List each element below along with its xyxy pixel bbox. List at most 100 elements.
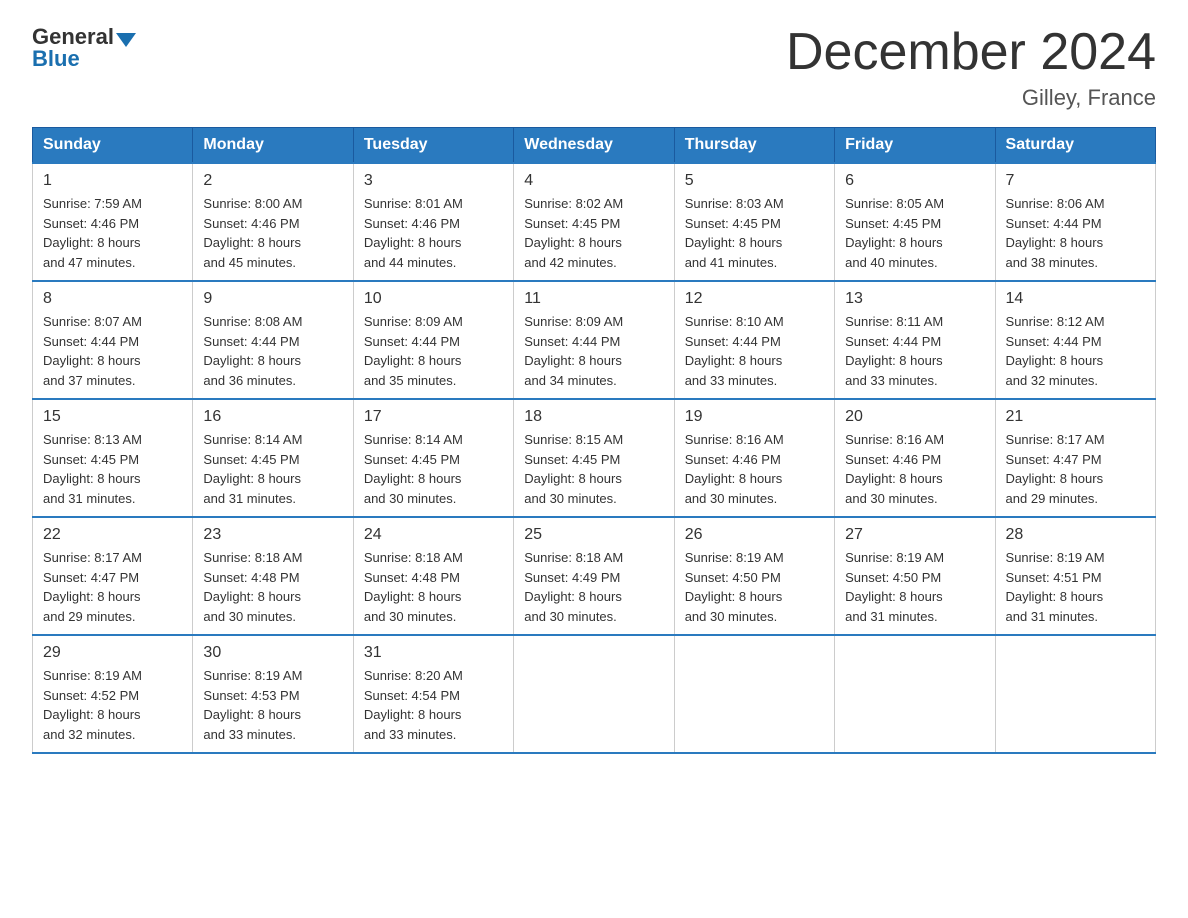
day-cell: 26 Sunrise: 8:19 AMSunset: 4:50 PMDaylig…: [674, 517, 834, 635]
day-cell: 17 Sunrise: 8:14 AMSunset: 4:45 PMDaylig…: [353, 399, 513, 517]
day-number: 20: [845, 408, 984, 426]
day-cell: 29 Sunrise: 8:19 AMSunset: 4:52 PMDaylig…: [33, 635, 193, 753]
day-info: Sunrise: 8:17 AMSunset: 4:47 PMDaylight:…: [1006, 430, 1145, 508]
day-cell: 13 Sunrise: 8:11 AMSunset: 4:44 PMDaylig…: [835, 281, 995, 399]
day-number: 6: [845, 172, 984, 190]
day-cell: 2 Sunrise: 8:00 AMSunset: 4:46 PMDayligh…: [193, 163, 353, 281]
day-info: Sunrise: 8:12 AMSunset: 4:44 PMDaylight:…: [1006, 312, 1145, 390]
day-cell: 30 Sunrise: 8:19 AMSunset: 4:53 PMDaylig…: [193, 635, 353, 753]
day-number: 24: [364, 526, 503, 544]
day-cell: [995, 635, 1155, 753]
day-cell: 10 Sunrise: 8:09 AMSunset: 4:44 PMDaylig…: [353, 281, 513, 399]
day-info: Sunrise: 8:19 AMSunset: 4:50 PMDaylight:…: [685, 548, 824, 626]
day-cell: 3 Sunrise: 8:01 AMSunset: 4:46 PMDayligh…: [353, 163, 513, 281]
day-info: Sunrise: 8:15 AMSunset: 4:45 PMDaylight:…: [524, 430, 663, 508]
day-info: Sunrise: 7:59 AMSunset: 4:46 PMDaylight:…: [43, 194, 182, 272]
day-info: Sunrise: 8:09 AMSunset: 4:44 PMDaylight:…: [524, 312, 663, 390]
day-number: 26: [685, 526, 824, 544]
day-info: Sunrise: 8:18 AMSunset: 4:48 PMDaylight:…: [364, 548, 503, 626]
day-cell: 20 Sunrise: 8:16 AMSunset: 4:46 PMDaylig…: [835, 399, 995, 517]
day-cell: 9 Sunrise: 8:08 AMSunset: 4:44 PMDayligh…: [193, 281, 353, 399]
day-number: 27: [845, 526, 984, 544]
weekday-header-sunday: Sunday: [33, 128, 193, 164]
day-number: 7: [1006, 172, 1145, 190]
weekday-header-monday: Monday: [193, 128, 353, 164]
day-number: 31: [364, 644, 503, 662]
day-cell: 31 Sunrise: 8:20 AMSunset: 4:54 PMDaylig…: [353, 635, 513, 753]
day-info: Sunrise: 8:19 AMSunset: 4:52 PMDaylight:…: [43, 666, 182, 744]
title-block: December 2024 Gilley, France: [786, 24, 1156, 111]
day-number: 29: [43, 644, 182, 662]
day-cell: 23 Sunrise: 8:18 AMSunset: 4:48 PMDaylig…: [193, 517, 353, 635]
day-info: Sunrise: 8:00 AMSunset: 4:46 PMDaylight:…: [203, 194, 342, 272]
day-number: 11: [524, 290, 663, 308]
calendar-title: December 2024: [786, 24, 1156, 81]
day-cell: 8 Sunrise: 8:07 AMSunset: 4:44 PMDayligh…: [33, 281, 193, 399]
day-cell: 18 Sunrise: 8:15 AMSunset: 4:45 PMDaylig…: [514, 399, 674, 517]
day-cell: [674, 635, 834, 753]
day-cell: 28 Sunrise: 8:19 AMSunset: 4:51 PMDaylig…: [995, 517, 1155, 635]
logo-blue-text: Blue: [32, 46, 80, 71]
day-number: 15: [43, 408, 182, 426]
day-number: 12: [685, 290, 824, 308]
week-row-5: 29 Sunrise: 8:19 AMSunset: 4:52 PMDaylig…: [33, 635, 1156, 753]
week-row-3: 15 Sunrise: 8:13 AMSunset: 4:45 PMDaylig…: [33, 399, 1156, 517]
day-number: 16: [203, 408, 342, 426]
day-cell: 12 Sunrise: 8:10 AMSunset: 4:44 PMDaylig…: [674, 281, 834, 399]
day-cell: 24 Sunrise: 8:18 AMSunset: 4:48 PMDaylig…: [353, 517, 513, 635]
day-info: Sunrise: 8:14 AMSunset: 4:45 PMDaylight:…: [203, 430, 342, 508]
day-cell: 5 Sunrise: 8:03 AMSunset: 4:45 PMDayligh…: [674, 163, 834, 281]
day-cell: 19 Sunrise: 8:16 AMSunset: 4:46 PMDaylig…: [674, 399, 834, 517]
day-number: 19: [685, 408, 824, 426]
calendar-subtitle: Gilley, France: [786, 85, 1156, 111]
day-info: Sunrise: 8:01 AMSunset: 4:46 PMDaylight:…: [364, 194, 503, 272]
day-number: 1: [43, 172, 182, 190]
day-cell: 27 Sunrise: 8:19 AMSunset: 4:50 PMDaylig…: [835, 517, 995, 635]
day-info: Sunrise: 8:05 AMSunset: 4:45 PMDaylight:…: [845, 194, 984, 272]
day-info: Sunrise: 8:08 AMSunset: 4:44 PMDaylight:…: [203, 312, 342, 390]
day-number: 23: [203, 526, 342, 544]
day-number: 10: [364, 290, 503, 308]
day-cell: 6 Sunrise: 8:05 AMSunset: 4:45 PMDayligh…: [835, 163, 995, 281]
day-info: Sunrise: 8:16 AMSunset: 4:46 PMDaylight:…: [845, 430, 984, 508]
day-cell: 1 Sunrise: 7:59 AMSunset: 4:46 PMDayligh…: [33, 163, 193, 281]
day-info: Sunrise: 8:11 AMSunset: 4:44 PMDaylight:…: [845, 312, 984, 390]
weekday-header-wednesday: Wednesday: [514, 128, 674, 164]
weekday-header-row: SundayMondayTuesdayWednesdayThursdayFrid…: [33, 128, 1156, 164]
weekday-header-saturday: Saturday: [995, 128, 1155, 164]
calendar-table: SundayMondayTuesdayWednesdayThursdayFrid…: [32, 127, 1156, 754]
day-cell: 7 Sunrise: 8:06 AMSunset: 4:44 PMDayligh…: [995, 163, 1155, 281]
day-info: Sunrise: 8:20 AMSunset: 4:54 PMDaylight:…: [364, 666, 503, 744]
day-info: Sunrise: 8:19 AMSunset: 4:53 PMDaylight:…: [203, 666, 342, 744]
day-info: Sunrise: 8:10 AMSunset: 4:44 PMDaylight:…: [685, 312, 824, 390]
day-cell: [835, 635, 995, 753]
day-number: 17: [364, 408, 503, 426]
day-cell: 4 Sunrise: 8:02 AMSunset: 4:45 PMDayligh…: [514, 163, 674, 281]
day-number: 30: [203, 644, 342, 662]
week-row-4: 22 Sunrise: 8:17 AMSunset: 4:47 PMDaylig…: [33, 517, 1156, 635]
day-info: Sunrise: 8:19 AMSunset: 4:50 PMDaylight:…: [845, 548, 984, 626]
weekday-header-friday: Friday: [835, 128, 995, 164]
day-cell: [514, 635, 674, 753]
day-info: Sunrise: 8:18 AMSunset: 4:48 PMDaylight:…: [203, 548, 342, 626]
day-cell: 21 Sunrise: 8:17 AMSunset: 4:47 PMDaylig…: [995, 399, 1155, 517]
day-cell: 25 Sunrise: 8:18 AMSunset: 4:49 PMDaylig…: [514, 517, 674, 635]
day-number: 25: [524, 526, 663, 544]
day-info: Sunrise: 8:17 AMSunset: 4:47 PMDaylight:…: [43, 548, 182, 626]
page-header: General Blue December 2024 Gilley, Franc…: [32, 24, 1156, 111]
day-number: 28: [1006, 526, 1145, 544]
day-info: Sunrise: 8:16 AMSunset: 4:46 PMDaylight:…: [685, 430, 824, 508]
day-number: 2: [203, 172, 342, 190]
logo: General Blue: [32, 24, 138, 72]
day-number: 22: [43, 526, 182, 544]
day-number: 13: [845, 290, 984, 308]
day-number: 18: [524, 408, 663, 426]
day-number: 21: [1006, 408, 1145, 426]
logo-triangle-icon: [116, 33, 136, 47]
day-number: 3: [364, 172, 503, 190]
day-number: 5: [685, 172, 824, 190]
day-cell: 15 Sunrise: 8:13 AMSunset: 4:45 PMDaylig…: [33, 399, 193, 517]
day-info: Sunrise: 8:06 AMSunset: 4:44 PMDaylight:…: [1006, 194, 1145, 272]
day-cell: 14 Sunrise: 8:12 AMSunset: 4:44 PMDaylig…: [995, 281, 1155, 399]
day-cell: 22 Sunrise: 8:17 AMSunset: 4:47 PMDaylig…: [33, 517, 193, 635]
